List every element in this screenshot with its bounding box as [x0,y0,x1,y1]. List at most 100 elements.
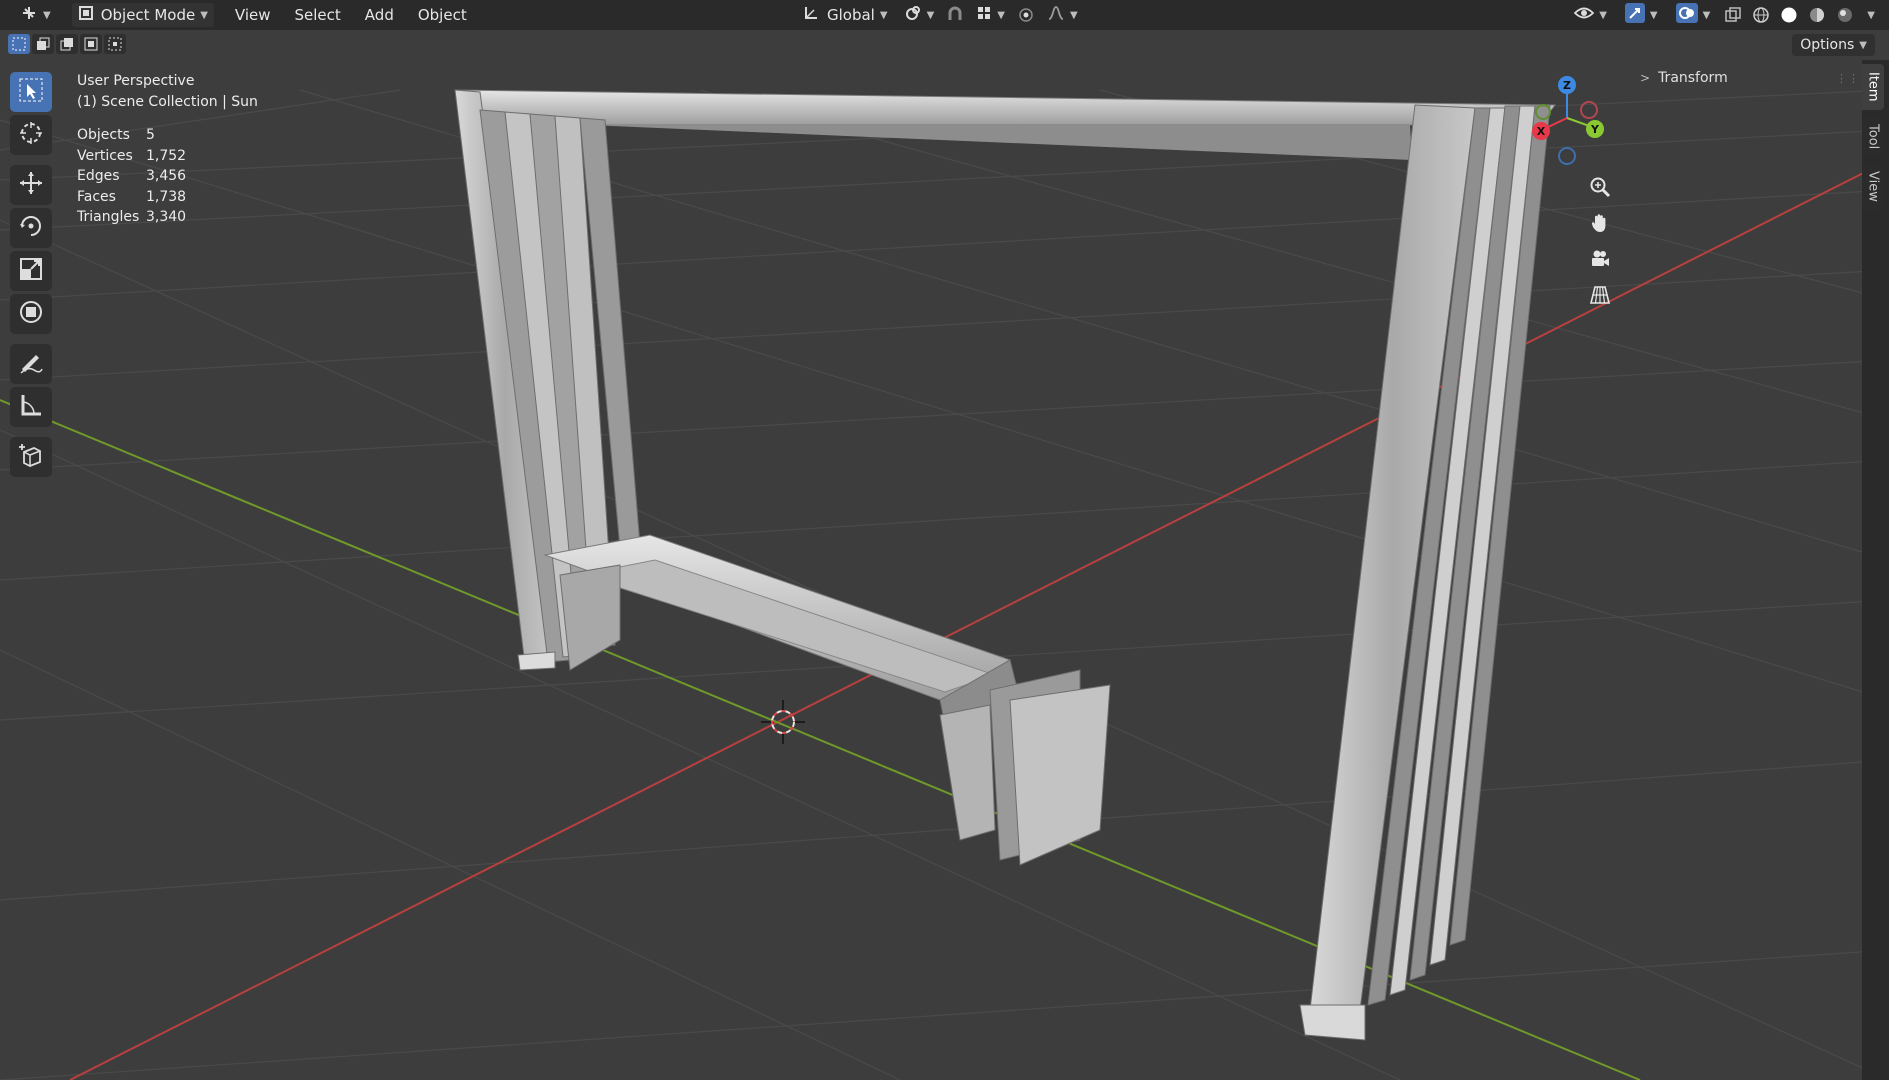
orientation-icon [802,4,820,26]
proportional-editing-icon[interactable] [1015,4,1037,26]
move-tool[interactable] [10,165,52,205]
select-new-icon[interactable] [8,34,30,54]
stat-label: Objects [77,127,130,143]
chevron-down-icon: ▼ [879,9,888,21]
stat-row: Edges 3,456 [77,166,258,187]
stat-label: Faces [77,188,116,205]
3d-cursor-icon [18,120,44,150]
select-subtract-icon[interactable] [56,34,78,54]
chevron-down-icon: ▼ [1702,9,1711,21]
snap-grid-icon [976,5,992,25]
stat-row: Triangles 3,340 [77,207,258,228]
gizmo-toggle-button[interactable]: ▼ [1619,3,1664,27]
menu-view[interactable]: View [223,6,283,24]
chevron-down-icon: ▼ [997,9,1005,21]
measure-tool[interactable] [10,387,52,427]
mode-selector[interactable]: Object Mode ▼ [70,2,215,28]
visibility-button[interactable]: ▼ [1568,3,1613,27]
rotate-icon [18,213,44,243]
rendered-shading-icon[interactable] [1834,4,1856,26]
tab-view-label: View [1865,170,1881,202]
gizmo-x-label: X [1537,125,1546,138]
drag-handle-icon[interactable]: ⋮⋮ [1836,72,1860,85]
view-perspective-label: User Perspective [77,73,195,89]
material-preview-icon[interactable] [1806,4,1828,26]
cursor-arrow-icon [18,77,44,107]
tab-view[interactable]: View [1862,162,1884,210]
stat-value: 3,340 [146,209,187,225]
snap-target-button[interactable]: ▼ [970,3,1011,27]
stat-value: 3,456 [146,168,187,184]
falloff-button[interactable]: ▼ [1041,3,1084,27]
editor-type-button[interactable]: ▼ [14,3,57,27]
object-mode-icon [78,5,94,25]
chevron-down-icon[interactable]: ▼ [1867,10,1875,21]
transform-panel-header[interactable]: > Transform ⋮⋮ [1640,64,1860,92]
header-center-tools: Global ▼ ▼ ▼ ▼ [796,3,1084,27]
bench [543,534,1111,866]
solid-shading-icon[interactable] [1778,4,1800,26]
scale-tool[interactable] [10,251,52,291]
move-arrows-icon [18,170,44,200]
tool-settings-row: Options ▼ [0,30,1889,60]
camera-view-button[interactable] [1583,244,1617,278]
pencil-icon [18,349,44,379]
transform-tool[interactable] [10,294,52,334]
select-box-tool[interactable] [10,72,52,112]
chevron-down-icon: ▼ [1859,39,1867,51]
falloff-curve-icon [1047,5,1065,25]
select-extend-icon[interactable] [32,34,54,54]
cursor-tool[interactable] [10,115,52,155]
frame-top-beam [454,89,1556,126]
tab-tool[interactable]: Tool [1862,115,1884,157]
pan-button[interactable] [1583,208,1617,242]
selection-modes [8,34,126,54]
add-cube-icon [18,442,44,472]
annotate-tool[interactable] [10,344,52,384]
orientation-label: Global [827,6,875,24]
menu-add[interactable]: Add [353,6,406,24]
chevron-down-icon: ▼ [1599,9,1607,21]
ruler-icon [18,392,44,422]
chevron-right-icon: > [1640,71,1651,85]
chevron-down-icon: ▼ [1069,9,1078,21]
stat-label: Triangles [77,209,140,225]
add-cube-tool[interactable] [10,437,52,477]
editor-type-icon [20,4,38,26]
scale-icon [18,256,44,286]
stat-row: Vertices 1,752 [77,146,258,167]
transform-panel-label: Transform [1658,70,1728,86]
gizmo-y-label: Y [1590,123,1600,136]
active-collection-label: (1) Scene Collection | Sun [77,94,258,110]
stat-value: 1,752 [146,147,187,164]
stat-label: Edges [77,168,120,184]
xray-toggle-icon[interactable] [1722,4,1744,26]
stat-value: 5 [146,127,155,143]
wireframe-shading-icon[interactable] [1750,4,1772,26]
pivot-point-button[interactable]: ▼ [898,3,941,27]
eye-icon [1573,5,1595,25]
select-invert-icon[interactable] [80,34,102,54]
transform-orientation-selector[interactable]: Global ▼ [796,3,894,27]
menu-object[interactable]: Object [406,6,479,24]
snap-toggle-icon[interactable] [944,4,966,26]
gizmo-arrow-icon [1624,3,1645,27]
overlays-button[interactable]: ▼ [1670,3,1717,27]
chevron-down-icon: ▼ [200,9,208,21]
header-right-tools: ▼ ▼ ▼ ▼ [1568,3,1875,27]
navigation-gizmo[interactable]: Z Y X [1515,68,1625,172]
chevron-down-icon: ▼ [43,9,51,21]
camera-icon [1589,248,1611,274]
menu-select[interactable]: Select [283,6,353,24]
tab-item[interactable]: Item [1862,64,1884,110]
zoom-button[interactable] [1583,172,1617,206]
select-intersect-icon[interactable] [104,34,126,54]
hand-icon [1589,212,1611,238]
rotate-tool[interactable] [10,208,52,248]
toggle-projection-button[interactable] [1583,280,1617,314]
viewport-header: ▼ Object Mode ▼ View Select Add Object G… [0,0,1889,30]
stat-value: 1,738 [146,188,187,205]
options-dropdown[interactable]: Options ▼ [1792,34,1875,56]
gizmo-neg-z [1558,147,1576,165]
stat-row: Objects 5 [77,125,258,146]
